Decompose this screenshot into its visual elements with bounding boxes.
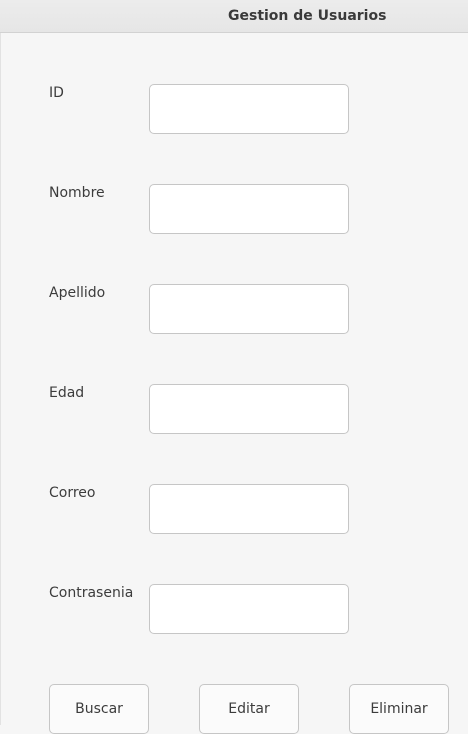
eliminar-button[interactable]: Eliminar [349, 684, 449, 734]
id-label: ID [49, 85, 64, 101]
buscar-button[interactable]: Buscar [49, 684, 149, 734]
correo-label: Correo [49, 485, 96, 501]
edad-label: Edad [49, 385, 85, 401]
contrasenia-input[interactable] [149, 584, 349, 634]
apellido-input[interactable] [149, 284, 349, 334]
title-bar: Gestion de Usuarios [0, 0, 468, 33]
apellido-label: Apellido [49, 285, 106, 301]
window-edge [0, 33, 1, 725]
window-title: Gestion de Usuarios [228, 8, 387, 24]
correo-input[interactable] [149, 484, 349, 534]
editar-button[interactable]: Editar [199, 684, 299, 734]
edad-input[interactable] [149, 384, 349, 434]
id-input[interactable] [149, 84, 349, 134]
contrasenia-label: Contrasenia [49, 585, 134, 601]
nombre-label: Nombre [49, 185, 105, 201]
nombre-input[interactable] [149, 184, 349, 234]
